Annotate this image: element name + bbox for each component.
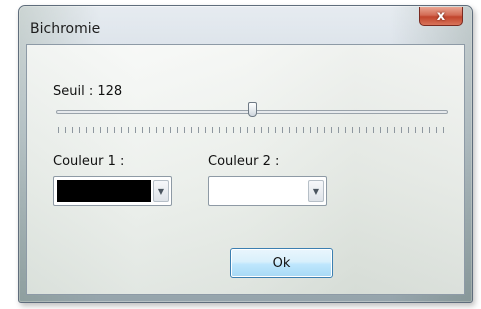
color2-dropdown[interactable]: ▼ (208, 176, 327, 206)
threshold-slider-ticks (58, 127, 446, 133)
ok-button[interactable]: Ok (230, 248, 333, 278)
dialog-content: Seuil : 128 Couleur 1 : ▼ Couleur 2 : ▼ … (26, 44, 465, 295)
window-title: Bichromie (30, 21, 101, 37)
color1-swatch (57, 180, 151, 202)
chevron-down-icon[interactable]: ▼ (308, 180, 324, 202)
color2-swatch (212, 180, 306, 202)
chevron-down-icon[interactable]: ▼ (153, 180, 169, 202)
close-button[interactable]: x (419, 7, 463, 26)
close-icon: x (436, 8, 446, 24)
threshold-label: Seuil : 128 (53, 84, 123, 99)
threshold-slider-thumb[interactable] (248, 102, 258, 117)
color1-label: Couleur 1 : (53, 154, 125, 169)
color2-label: Couleur 2 : (208, 154, 280, 169)
bichromie-dialog: Bichromie x Seuil : 128 Couleur 1 : ▼ Co… (18, 5, 473, 303)
color1-dropdown[interactable]: ▼ (53, 176, 172, 206)
